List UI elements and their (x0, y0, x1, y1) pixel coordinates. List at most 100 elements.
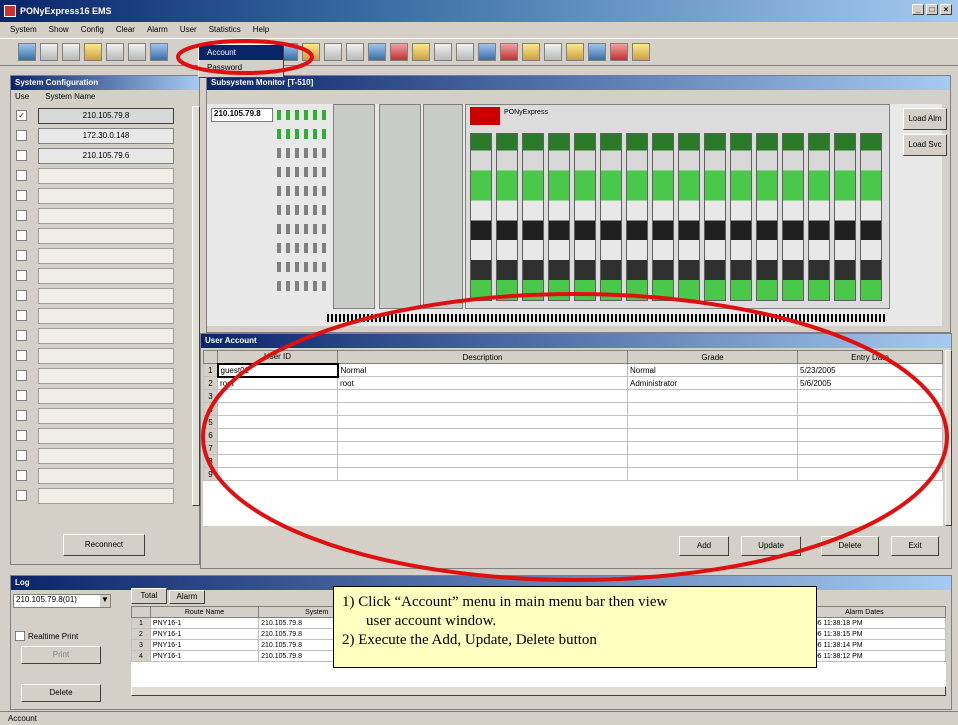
menu-show[interactable]: Show (49, 25, 69, 34)
cell-user-id[interactable]: guest01 (216, 362, 339, 378)
line-card[interactable] (522, 133, 544, 301)
cell-user-id[interactable] (217, 441, 338, 455)
menu-item-account[interactable]: Account (199, 45, 283, 60)
line-card[interactable] (470, 133, 492, 301)
list-icon[interactable] (128, 43, 146, 61)
cell-description[interactable] (337, 415, 628, 429)
view-icon[interactable] (346, 43, 364, 61)
tab-alarm[interactable]: Alarm (169, 590, 205, 604)
menu-item-password[interactable]: Password (199, 60, 283, 75)
config-icon[interactable] (84, 43, 102, 61)
table-icon[interactable] (434, 43, 452, 61)
update-button[interactable]: Update (741, 536, 801, 556)
line-card[interactable] (548, 133, 570, 301)
line-card[interactable] (756, 133, 778, 301)
system-use-checkbox[interactable] (16, 270, 27, 281)
realtime-print-checkbox[interactable]: Realtime Print (15, 631, 78, 641)
system-use-checkbox[interactable] (16, 370, 27, 381)
system-use-checkbox[interactable] (16, 350, 27, 361)
system-use-checkbox[interactable] (16, 450, 27, 461)
system-name-empty[interactable] (38, 188, 174, 204)
system-use-checkbox[interactable] (16, 490, 27, 501)
cell-entry-date[interactable] (797, 454, 943, 468)
system-name-empty[interactable] (38, 388, 174, 404)
alarm-icon[interactable] (390, 43, 408, 61)
system-use-checkbox[interactable] (16, 310, 27, 321)
system-use-checkbox[interactable] (16, 130, 27, 141)
cell-user-id[interactable] (217, 454, 338, 468)
account-row[interactable]: 3 (203, 389, 943, 403)
menu-config[interactable]: Config (81, 25, 104, 34)
line-card[interactable] (626, 133, 648, 301)
exit-icon[interactable] (632, 43, 650, 61)
bell-icon[interactable] (610, 43, 628, 61)
reconnect-button[interactable]: Reconnect (63, 534, 145, 556)
cell-description[interactable] (337, 402, 628, 416)
log-delete-button[interactable]: Delete (21, 684, 101, 702)
cell-entry-date[interactable] (797, 389, 943, 403)
line-card[interactable] (704, 133, 726, 301)
control-module[interactable] (423, 104, 463, 309)
copy-icon[interactable] (456, 43, 474, 61)
exit-button[interactable]: Exit (891, 536, 939, 556)
minimize-button[interactable]: _ (912, 4, 924, 15)
load-svc-button[interactable]: Load Svc (903, 134, 947, 156)
line-card[interactable] (574, 133, 596, 301)
ip-select[interactable]: 210.105.79.8(01) ▼ (13, 594, 111, 608)
account-row[interactable]: 1 guest01 Normal Normal 5/23/2005 (203, 362, 943, 378)
cell-user-id[interactable] (217, 428, 338, 442)
tab-total[interactable]: Total (131, 588, 167, 604)
cell-entry-date[interactable] (797, 467, 943, 481)
system-name-empty[interactable] (38, 168, 174, 184)
system-use-checkbox[interactable] (16, 170, 27, 181)
line-card[interactable] (600, 133, 622, 301)
cell-grade[interactable] (627, 441, 798, 455)
col-grade[interactable]: Grade (627, 350, 798, 364)
cell-grade[interactable] (627, 467, 798, 481)
cell-entry-date[interactable]: 5/23/2005 (797, 363, 943, 377)
log-col-header[interactable] (131, 606, 151, 618)
add-button[interactable]: Add (679, 536, 729, 556)
cell-user-id[interactable] (217, 415, 338, 429)
cell-description[interactable] (337, 467, 628, 481)
system-name-empty[interactable] (38, 448, 174, 464)
user-icon[interactable] (566, 43, 584, 61)
account-scrollbar[interactable] (945, 350, 952, 526)
checkbox-box[interactable] (15, 631, 25, 641)
cell-grade[interactable]: Administrator (627, 376, 798, 390)
system-name-empty[interactable] (38, 428, 174, 444)
cell-description[interactable]: Normal (337, 363, 628, 377)
line-card[interactable] (678, 133, 700, 301)
line-card[interactable] (808, 133, 830, 301)
network-icon[interactable] (106, 43, 124, 61)
system-name-empty[interactable] (38, 308, 174, 324)
system-name-empty[interactable] (38, 408, 174, 424)
account-row[interactable]: 4 (203, 402, 943, 416)
system-name-empty[interactable] (38, 488, 174, 504)
delete-button[interactable]: Delete (821, 536, 879, 556)
cell-entry-date[interactable] (797, 441, 943, 455)
power-module-1[interactable] (333, 104, 375, 309)
line-card[interactable] (652, 133, 674, 301)
system-name-empty[interactable] (38, 288, 174, 304)
cell-grade[interactable] (627, 454, 798, 468)
system-use-checkbox[interactable] (16, 150, 27, 161)
menu-alarm[interactable]: Alarm (147, 25, 168, 34)
panel-icon[interactable] (544, 43, 562, 61)
link-icon[interactable] (478, 43, 496, 61)
print-button[interactable]: Print (21, 646, 101, 664)
account-row[interactable]: 9 (203, 467, 943, 481)
cell-grade[interactable] (627, 402, 798, 416)
cell-description[interactable]: root (337, 376, 628, 390)
col-entry-date[interactable]: Entry Date (797, 350, 943, 364)
system-use-checkbox[interactable] (16, 210, 27, 221)
system-name-button[interactable]: 210.105.79.6 (38, 148, 174, 164)
power-module-2[interactable] (379, 104, 421, 309)
calc-icon[interactable] (522, 43, 540, 61)
system-name-empty[interactable] (38, 228, 174, 244)
info-icon[interactable] (588, 43, 606, 61)
system-use-checkbox[interactable] (16, 250, 27, 261)
system-name-empty[interactable] (38, 368, 174, 384)
system-name-empty[interactable] (38, 348, 174, 364)
cell-grade[interactable] (627, 428, 798, 442)
